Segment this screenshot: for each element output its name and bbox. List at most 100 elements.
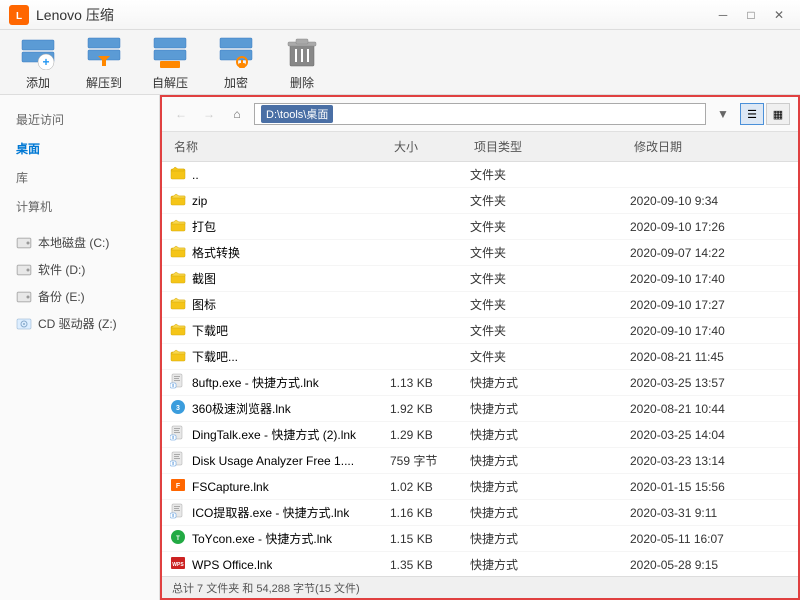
sidebar-item-library[interactable]: 库 [0,163,159,192]
forward-button[interactable]: → [198,103,220,125]
table-row[interactable]: 格式转换 文件夹 2020-09-07 14:22 [162,240,798,266]
file-name: ICO提取器.exe - 快捷方式.lnk [192,504,349,521]
toolbar-encrypt[interactable]: 加密 [218,34,254,91]
svg-text:3: 3 [176,405,180,412]
file-list: .. 文件夹 zip 文件夹 2020-09-10 9:34 打包 文件夹 20… [162,162,798,576]
table-row[interactable]: 3 360极速浏览器.lnk 1.92 KB 快捷方式 2020-08-21 1… [162,396,798,422]
folder-icon [170,191,186,210]
file-name: DingTalk.exe - 快捷方式 (2).lnk [192,426,356,443]
svg-text:+: + [42,55,49,69]
table-row[interactable]: .. 文件夹 [162,162,798,188]
file-type: 快捷方式 [470,426,630,443]
table-row[interactable]: ⬆ DingTalk.exe - 快捷方式 (2).lnk 1.29 KB 快捷… [162,422,798,448]
sidebar-item-recent[interactable]: 最近访问 [0,105,159,134]
file-type: 快捷方式 [470,504,630,521]
sidebar-drive-d[interactable]: 软件 (D:) [0,256,159,283]
file-name: zip [192,194,207,208]
back-button[interactable]: ← [170,103,192,125]
drive-c-label: 本地磁盘 (C:) [38,234,109,251]
table-row[interactable]: ⬆ 8uftp.exe - 快捷方式.lnk 1.13 KB 快捷方式 2020… [162,370,798,396]
col-date[interactable]: 修改日期 [630,136,790,157]
file-name-cell: 下载吧... [170,347,390,366]
table-row[interactable]: F FSCapture.lnk 1.02 KB 快捷方式 2020-01-15 … [162,474,798,500]
file-date: 2020-03-25 13:57 [630,376,790,390]
grid-view-button[interactable]: ▦ [766,103,790,125]
svg-text:⬆: ⬆ [171,435,174,440]
file-type: 快捷方式 [470,530,630,547]
table-row[interactable]: 下载吧 文件夹 2020-09-10 17:40 [162,318,798,344]
list-view-button[interactable]: ☰ [740,103,764,125]
add-icon: + [20,34,56,70]
main-area: 最近访问 桌面 库 计算机 本地磁盘 (C:) 软件 (D:) [0,95,800,600]
col-type[interactable]: 项目类型 [470,136,630,157]
table-row[interactable]: ⬆ Disk Usage Analyzer Free 1.... 759 字节 … [162,448,798,474]
file-name: .. [192,168,199,182]
shortcut-360-icon: 3 [170,399,186,418]
file-name: Disk Usage Analyzer Free 1.... [192,454,354,468]
table-row[interactable]: ⬆ ICO提取器.exe - 快捷方式.lnk 1.16 KB 快捷方式 202… [162,500,798,526]
file-name-cell: F FSCapture.lnk [170,477,390,496]
sidebar-drive-c[interactable]: 本地磁盘 (C:) [0,229,159,256]
folder-icon [170,269,186,288]
toolbar-delete[interactable]: 删除 [284,34,320,91]
drive-z-icon [16,316,32,332]
col-name[interactable]: 名称 [170,136,390,157]
address-input[interactable]: D:\tools\桌面 [254,103,706,125]
file-name-cell: ⬆ 8uftp.exe - 快捷方式.lnk [170,373,390,392]
file-name: 下载吧... [192,348,238,365]
file-type: 文件夹 [470,296,630,313]
sidebar-drive-z[interactable]: CD 驱动器 (Z:) [0,310,159,337]
file-type: 文件夹 [470,348,630,365]
table-row[interactable]: WPS WPS Office.lnk 1.35 KB 快捷方式 2020-05-… [162,552,798,576]
file-name-cell: 打包 [170,217,390,236]
table-row[interactable]: 下载吧... 文件夹 2020-08-21 11:45 [162,344,798,370]
toolbar-selfextract[interactable]: 自解压 [152,34,188,91]
file-type: 快捷方式 [470,374,630,391]
minimize-button[interactable]: ─ [710,5,736,25]
col-size[interactable]: 大小 [390,136,470,157]
toolbar-add[interactable]: + 添加 [20,34,56,91]
table-row[interactable]: 打包 文件夹 2020-09-10 17:26 [162,214,798,240]
file-name-cell: ⬆ ICO提取器.exe - 快捷方式.lnk [170,503,390,522]
file-date: 2020-09-10 17:27 [630,298,790,312]
table-row[interactable]: T ToYcon.exe - 快捷方式.lnk 1.15 KB 快捷方式 202… [162,526,798,552]
close-button[interactable]: ✕ [766,5,792,25]
home-button[interactable]: ⌂ [226,103,248,125]
table-row[interactable]: 图标 文件夹 2020-09-10 17:27 [162,292,798,318]
file-name: 图标 [192,296,216,313]
content-area: ← → ⌂ D:\tools\桌面 ▼ ☰ ▦ 名称 大小 项目类型 修改日期 … [160,95,800,600]
file-date: 2020-09-07 14:22 [630,246,790,260]
file-name: ToYcon.exe - 快捷方式.lnk [192,530,332,547]
table-row[interactable]: 截图 文件夹 2020-09-10 17:40 [162,266,798,292]
sidebar-drive-e[interactable]: 备份 (E:) [0,283,159,310]
drive-z-label: CD 驱动器 (Z:) [38,315,117,332]
file-date: 2020-08-21 11:45 [630,350,790,364]
drive-c-icon [16,235,32,251]
status-text: 总计 7 文件夹 和 54,288 字节(15 文件) [172,580,360,596]
file-size: 1.02 KB [390,480,470,494]
app-title: Lenovo 压缩 [36,5,114,25]
file-name-cell: WPS WPS Office.lnk [170,555,390,574]
maximize-button[interactable]: □ [738,5,764,25]
file-size: 1.13 KB [390,376,470,390]
table-row[interactable]: zip 文件夹 2020-09-10 9:34 [162,188,798,214]
status-bar: 总计 7 文件夹 和 54,288 字节(15 文件) [162,576,798,598]
file-name-cell: zip [170,191,390,210]
svg-text:T: T [176,536,180,542]
sidebar-item-computer[interactable]: 计算机 [0,192,159,221]
app-logo-area: L Lenovo 压缩 [8,4,710,26]
folder-icon [170,321,186,340]
delete-icon [284,34,320,70]
folder-icon [170,243,186,262]
drive-e-icon [16,289,32,305]
file-type: 文件夹 [470,192,630,209]
dropdown-button[interactable]: ▼ [712,103,734,125]
file-name: 截图 [192,270,216,287]
file-type: 快捷方式 [470,478,630,495]
sidebar-item-desktop[interactable]: 桌面 [0,134,159,163]
file-type: 快捷方式 [470,452,630,469]
toolbar-extract[interactable]: 解压到 [86,34,122,91]
file-name-cell: 格式转换 [170,243,390,262]
shortcut-icon: ⬆ [170,373,186,392]
sidebar: 最近访问 桌面 库 计算机 本地磁盘 (C:) 软件 (D:) [0,95,160,600]
